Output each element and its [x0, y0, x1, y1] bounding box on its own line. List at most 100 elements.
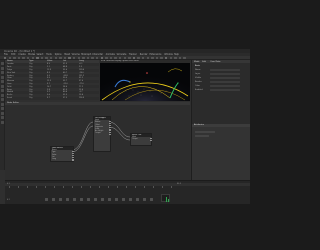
node-port[interactable] [72, 157, 74, 159]
toolbar-icon[interactable] [155, 56, 159, 60]
playback-button[interactable] [73, 198, 76, 201]
toolbar-icon[interactable] [54, 56, 57, 60]
node-port[interactable] [109, 120, 111, 122]
toolbar-icon[interactable] [151, 56, 154, 60]
toolbar-icon[interactable] [82, 56, 85, 60]
toolbar-icon[interactable] [114, 56, 117, 60]
playback-button[interactable] [115, 198, 118, 201]
attributes-tab-mode[interactable]: Mode [194, 61, 199, 63]
playback-button[interactable] [80, 198, 83, 201]
toolbar-icon[interactable] [8, 56, 11, 60]
playback-button[interactable] [143, 198, 146, 201]
attribute-field[interactable] [210, 72, 240, 76]
toolbar-icon[interactable] [183, 56, 186, 60]
toolbar-icon[interactable] [17, 56, 21, 60]
tool-icon[interactable] [1, 102, 4, 106]
toolbar-icon[interactable] [169, 56, 172, 60]
tool-icon[interactable] [1, 120, 4, 124]
attributes-tab-edit[interactable]: Edit [202, 61, 206, 63]
timeline[interactable]: 0 F 90 F 0 F [5, 180, 250, 204]
node-port[interactable] [150, 137, 152, 139]
attribute-field[interactable] [210, 68, 240, 72]
node-data-source[interactable]: Data Source Name Type Value Lat Long [50, 146, 74, 162]
toolbar-icon[interactable] [73, 56, 76, 60]
node-port[interactable] [109, 133, 111, 135]
playback-button[interactable] [136, 198, 139, 201]
node-port[interactable] [72, 159, 74, 161]
toolbar-icon[interactable] [165, 56, 168, 60]
playback-button[interactable] [87, 198, 90, 201]
toolbar-icon[interactable] [96, 56, 99, 60]
playback-button[interactable] [101, 198, 104, 201]
timeline-ruler[interactable] [5, 183, 250, 186]
toolbar-icon[interactable] [146, 56, 149, 60]
tool-icon[interactable] [1, 116, 4, 119]
tool-icon[interactable] [1, 80, 4, 83]
toolbar-icon[interactable] [91, 56, 94, 60]
toolbar-icon[interactable] [86, 56, 90, 60]
toolbar-icon[interactable] [160, 56, 163, 60]
table-column-header[interactable]: Long [79, 60, 84, 62]
tool-icon[interactable] [1, 71, 4, 74]
table-column-header[interactable]: Value [47, 60, 53, 62]
toolbar-icon[interactable] [178, 56, 182, 60]
attribute-field[interactable] [210, 80, 240, 84]
playback-button[interactable] [59, 198, 62, 201]
node-geo-mapper[interactable]: Geo Mapper Input Radius Offset Segments Scal… [93, 116, 111, 152]
toolbar-icon[interactable] [68, 56, 71, 60]
render-preview-thumb[interactable] [161, 194, 170, 202]
3d-viewport[interactable]: View Cameras Display Options Filter Pane… [100, 60, 190, 101]
toolbar-icon[interactable] [40, 56, 44, 60]
attribute-field[interactable] [210, 88, 240, 92]
attribute-field[interactable] [210, 76, 240, 80]
playback-button[interactable] [94, 198, 97, 201]
node-port[interactable] [72, 152, 74, 154]
tool-icon[interactable] [1, 62, 4, 65]
node-port[interactable] [109, 122, 111, 124]
toolbar-icon[interactable] [123, 56, 126, 60]
playback-button[interactable] [66, 198, 69, 201]
node-port[interactable] [109, 127, 111, 129]
tool-icon[interactable] [1, 93, 4, 97]
node-port[interactable] [72, 150, 74, 152]
toolbar-icon[interactable] [45, 56, 48, 60]
attributes-lower-field[interactable] [195, 131, 215, 134]
toolbar-icon[interactable] [77, 56, 80, 60]
attribute-field[interactable] [210, 84, 240, 88]
tool-icon[interactable] [1, 98, 4, 101]
node-port[interactable] [109, 125, 111, 127]
toolbar-icon[interactable] [174, 56, 177, 60]
toolbar-icon[interactable] [22, 56, 25, 60]
playback-button[interactable] [122, 198, 125, 201]
toolbar-icon[interactable] [36, 56, 39, 60]
attributes-tab-user-data[interactable]: User Data [210, 61, 220, 63]
node-port[interactable] [150, 139, 152, 141]
toolbar-icon[interactable] [109, 56, 113, 60]
toolbar-icon[interactable] [142, 56, 145, 60]
node-editor[interactable]: Node Editor Data Source Name Type Value Lat… [5, 102, 190, 180]
toolbar-icon[interactable] [13, 56, 16, 60]
table-row[interactable]: Seoul City 9.7 37.5 126.9 [5, 97, 99, 100]
toolbar-icon[interactable] [137, 56, 140, 60]
playback-button[interactable] [108, 198, 111, 201]
playback-button[interactable] [45, 198, 48, 201]
tool-icon[interactable] [1, 111, 4, 115]
playback-button[interactable] [150, 198, 153, 201]
toolbar-icon[interactable] [128, 56, 131, 60]
node-port[interactable] [109, 131, 111, 133]
toolbar-icon[interactable] [27, 56, 30, 60]
playback-button[interactable] [52, 198, 55, 201]
toolbar-icon[interactable] [63, 56, 67, 60]
toolbar-icon[interactable] [100, 56, 103, 60]
toolbar-icon[interactable] [59, 56, 62, 60]
tool-icon[interactable] [1, 66, 4, 70]
tool-icon[interactable] [1, 107, 4, 110]
table-column-header[interactable]: Lat [63, 60, 66, 62]
tool-icon[interactable] [1, 84, 4, 88]
toolbar-icon[interactable] [50, 56, 53, 60]
playback-button[interactable] [129, 198, 132, 201]
tool-icon[interactable] [1, 75, 4, 79]
toolbar-icon[interactable] [119, 56, 122, 60]
toolbar-icon[interactable] [132, 56, 136, 60]
toolbar-icon[interactable] [31, 56, 34, 60]
